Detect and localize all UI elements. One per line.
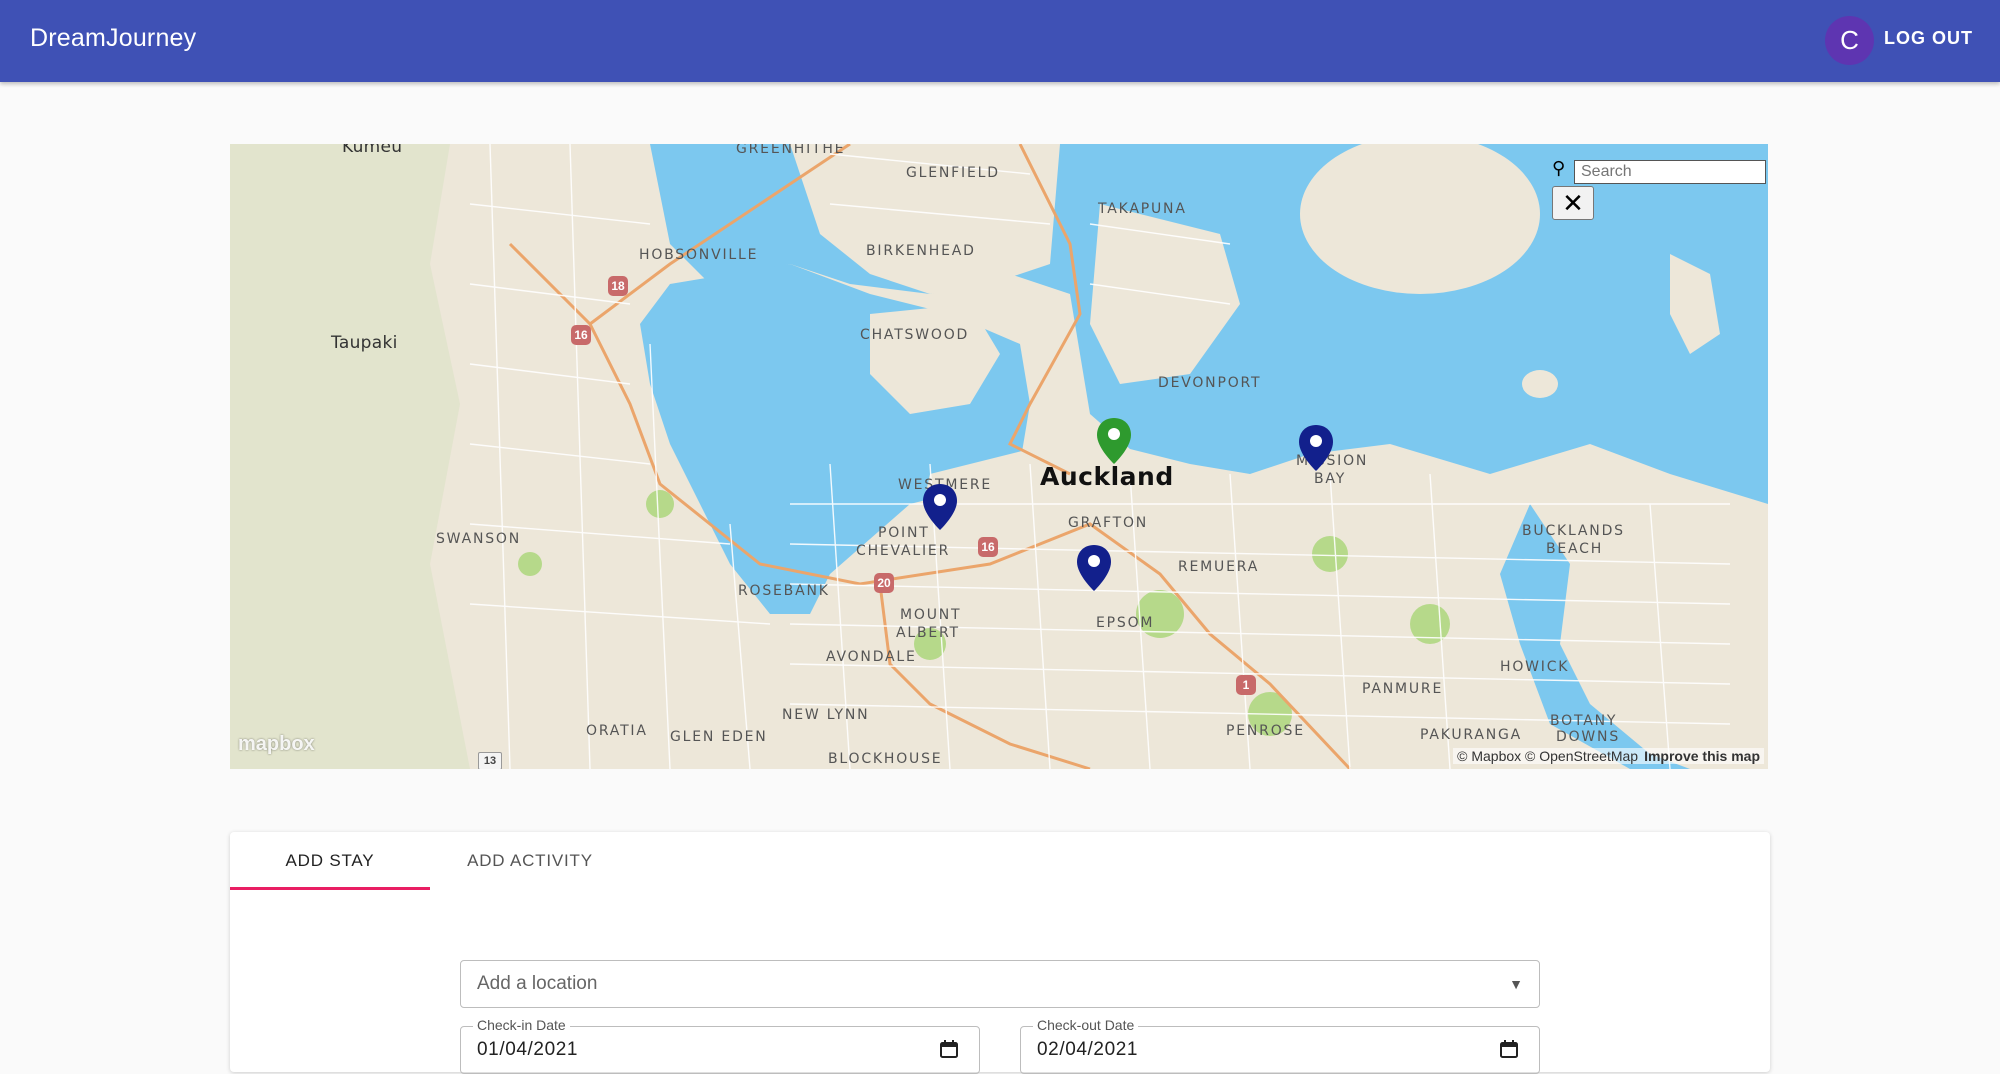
- map-label-glenfield: GLENFIELD: [906, 165, 1000, 181]
- map-view[interactable]: Kumeu GREENHITHE GLENFIELD TAKAPUNA HOBS…: [230, 144, 1768, 769]
- search-icon: ⚲: [1552, 158, 1566, 178]
- map-label-takapuna: TAKAPUNA: [1098, 201, 1187, 217]
- map-search-input[interactable]: [1574, 160, 1766, 184]
- map-label-howick: HOWICK: [1500, 659, 1570, 675]
- attribution-text[interactable]: © Mapbox © OpenStreetMap: [1457, 748, 1638, 764]
- add-item-card: ADD STAY ADD ACTIVITY Add a location ▼ C…: [230, 832, 1770, 1074]
- map-label-chevalier: CHEVALIER: [856, 543, 951, 559]
- close-button[interactable]: ✕: [1552, 186, 1594, 220]
- location-select[interactable]: Add a location ▼: [460, 960, 1540, 1008]
- map-label-grafton: GRAFTON: [1068, 515, 1149, 531]
- calendar-icon[interactable]: [1499, 1039, 1519, 1059]
- map-label-pakuranga: PAKURANGA: [1420, 727, 1523, 743]
- map-label-devonport: DEVONPORT: [1158, 375, 1262, 391]
- checkout-value[interactable]: 02/04/2021: [1037, 1039, 1138, 1061]
- map-marker-green[interactable]: [1096, 417, 1132, 465]
- user-avatar[interactable]: C: [1825, 16, 1874, 65]
- checkin-date-field[interactable]: Check-in Date 01/04/2021: [460, 1017, 980, 1074]
- map-label-auckland: Auckland: [1040, 462, 1174, 491]
- map-label-glen-eden: GLEN EDEN: [670, 729, 768, 745]
- map-label-greenhithe: GREENHITHE: [736, 144, 846, 157]
- road-shield-20: 20: [874, 573, 894, 593]
- map-label-beach: BEACH: [1546, 541, 1604, 557]
- tab-add-stay[interactable]: ADD STAY: [230, 832, 430, 890]
- checkout-date-field[interactable]: Check-out Date 02/04/2021: [1020, 1017, 1540, 1074]
- app-bar: DreamJourney C LOG OUT: [0, 0, 2000, 82]
- map-label-epsom: EPSOM: [1096, 615, 1155, 631]
- map-label-taupaki: Taupaki: [331, 333, 398, 353]
- map-label-downs: DOWNS: [1556, 729, 1621, 745]
- map-label-chatswood: CHATSWOOD: [860, 327, 970, 343]
- location-placeholder: Add a location: [477, 973, 598, 994]
- app-title[interactable]: DreamJourney: [30, 24, 196, 53]
- map-marker-blue[interactable]: [1298, 424, 1334, 472]
- tab-indicator: [230, 887, 430, 890]
- logout-button[interactable]: LOG OUT: [1884, 28, 1973, 49]
- map-marker-blue[interactable]: [922, 483, 958, 531]
- map-label-bucklands: BUCKLANDS: [1522, 523, 1625, 539]
- road-shield-18: 18: [608, 276, 628, 296]
- tab-add-activity[interactable]: ADD ACTIVITY: [430, 832, 630, 890]
- map-label-rosebank: ROSEBANK: [738, 583, 830, 599]
- map-label-remuera: REMUERA: [1178, 559, 1260, 575]
- map-label-kumeu: Kumeu: [342, 144, 403, 157]
- chevron-down-icon: ▼: [1509, 976, 1523, 992]
- map-label-mount: MOUNT: [900, 607, 962, 623]
- map-label-penrose: PENROSE: [1226, 723, 1305, 739]
- map-label-avondale: AVONDALE: [826, 649, 917, 665]
- road-shield-1: 1: [1236, 675, 1256, 695]
- map-label-hobsonville: HOBSONVILLE: [639, 247, 759, 263]
- map-attribution: © Mapbox © OpenStreetMap Improve this map: [1453, 748, 1764, 764]
- checkin-label: Check-in Date: [473, 1017, 570, 1033]
- road-shield-16: 16: [978, 537, 998, 557]
- calendar-icon[interactable]: [939, 1039, 959, 1059]
- map-label-blockhouse: BLOCKHOUSE: [828, 751, 943, 767]
- road-shield-13: 13: [478, 752, 502, 769]
- map-marker-blue[interactable]: [1076, 544, 1112, 592]
- map-label-oratia: ORATIA: [586, 723, 648, 739]
- road-shield-16: 16: [571, 325, 591, 345]
- map-label-albert: ALBERT: [896, 625, 960, 641]
- map-label-bay: BAY: [1314, 471, 1347, 487]
- checkin-value[interactable]: 01/04/2021: [477, 1039, 578, 1061]
- improve-map-link[interactable]: Improve this map: [1644, 748, 1760, 764]
- map-label-swanson: SWANSON: [436, 531, 521, 547]
- map-label-birkenhead: BIRKENHEAD: [866, 243, 976, 259]
- checkout-label: Check-out Date: [1033, 1017, 1139, 1033]
- map-label-new-lynn: NEW LYNN: [782, 707, 870, 723]
- mapbox-logo: mapbox: [238, 733, 315, 755]
- map-label-panmure: PANMURE: [1362, 681, 1444, 697]
